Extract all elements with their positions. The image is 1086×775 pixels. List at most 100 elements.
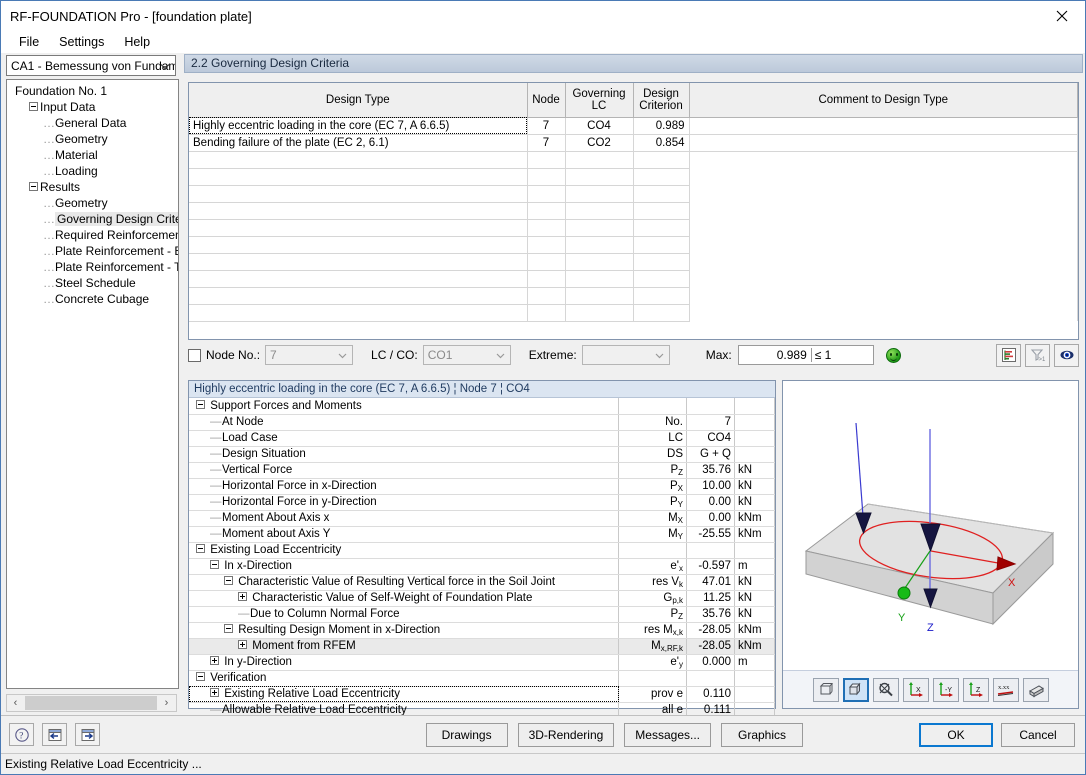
detail-row[interactable]: —Vertical ForcePZ35.76kN: [189, 462, 775, 478]
scroll-thumb[interactable]: [25, 696, 157, 710]
governing-criteria-table[interactable]: Design Type Node Governing LC Design Cri…: [188, 82, 1079, 340]
node-no-select[interactable]: 7: [265, 345, 353, 365]
sidebar-item-foundation-no-1[interactable]: Foundation No. 1: [7, 83, 178, 99]
detail-row[interactable]: —Moment About Axis xMX0.00kNm: [189, 510, 775, 526]
zoom-view-icon[interactable]: [873, 678, 899, 702]
table-row[interactable]: Bending failure of the plate (EC 2, 6.1)…: [189, 134, 1078, 151]
view-z-icon[interactable]: Z: [963, 678, 989, 702]
sidebar-item-geometry[interactable]: …Geometry: [7, 195, 178, 211]
node-no-checkbox[interactable]: [188, 349, 201, 362]
messages-button[interactable]: Messages...: [624, 723, 711, 747]
values-xxx-icon[interactable]: x.xx: [993, 678, 1019, 702]
graphics-button[interactable]: Graphics: [721, 723, 803, 747]
detail-value: [687, 670, 735, 686]
tree-expand-icon[interactable]: [210, 656, 219, 665]
print-icon[interactable]: [1023, 678, 1049, 702]
sidebar-item-steel-schedule[interactable]: …Steel Schedule: [7, 275, 178, 291]
sidebar-item-required-reinforcement[interactable]: …Required Reinforcement: [7, 227, 178, 243]
nav-horizontal-scrollbar[interactable]: ‹ ›: [6, 694, 177, 712]
tree-collapse-icon[interactable]: [29, 182, 38, 191]
rendering-button[interactable]: 3D-Rendering: [518, 723, 615, 747]
detail-row[interactable]: In x-Directione'x-0.597m: [189, 558, 775, 574]
cell-empty: [565, 168, 633, 185]
detail-label-text: Existing Relative Load Eccentricity: [224, 688, 400, 700]
detail-row[interactable]: Verification: [189, 670, 775, 686]
sidebar-item-material[interactable]: …Material: [7, 147, 178, 163]
previous-icon[interactable]: [42, 723, 67, 746]
ok-button[interactable]: OK: [919, 723, 993, 747]
detail-row[interactable]: —Due to Column Normal ForcePZ35.76kN: [189, 606, 775, 622]
navigation-tree[interactable]: Foundation No. 1Input Data…General Data……: [6, 79, 179, 689]
sidebar-item-label: Loading: [55, 164, 98, 178]
menu-item-file[interactable]: File: [9, 33, 49, 51]
close-icon[interactable]: [1039, 1, 1085, 31]
scroll-left-icon[interactable]: ‹: [7, 695, 24, 711]
tree-collapse-icon[interactable]: [196, 672, 205, 681]
sidebar-item-input-data[interactable]: Input Data: [7, 99, 178, 115]
tree-collapse-icon[interactable]: [196, 544, 205, 553]
tree-collapse-icon[interactable]: [29, 102, 38, 111]
result-diagram-icon[interactable]: [996, 344, 1021, 367]
detail-row[interactable]: Resulting Design Moment in x-Directionre…: [189, 622, 775, 638]
scroll-right-icon[interactable]: ›: [158, 695, 175, 711]
tree-collapse-icon[interactable]: [224, 576, 233, 585]
tree-collapse-icon[interactable]: [196, 400, 205, 409]
detail-label-text: Resulting Design Moment in x-Direction: [238, 624, 440, 636]
solid-view-icon[interactable]: [843, 678, 869, 702]
detail-row[interactable]: —Moment about Axis YMY-25.55kNm: [189, 526, 775, 542]
tree-collapse-icon[interactable]: [210, 560, 219, 569]
sidebar-item-label: Results: [40, 180, 80, 194]
design-case-combo[interactable]: CA1 - Bemessung von Fundame: [6, 55, 176, 76]
detail-row[interactable]: Moment from RFEMMx,RF,k-28.05kNm: [189, 638, 775, 654]
detail-row[interactable]: —Horizontal Force in y-DirectionPY0.00kN: [189, 494, 775, 510]
detail-label-text: Moment from RFEM: [252, 640, 356, 652]
filter-icon[interactable]: >1: [1025, 344, 1050, 367]
sidebar-item-results[interactable]: Results: [7, 179, 178, 195]
lc-co-select[interactable]: CO1: [423, 345, 511, 365]
col-design-type: Design Type: [189, 83, 527, 117]
detail-row[interactable]: —Design SituationDSG + Q: [189, 446, 775, 462]
detail-row[interactable]: —At NodeNo.7: [189, 414, 775, 430]
detail-row[interactable]: In y-Directione'y0.000m: [189, 654, 775, 670]
next-icon[interactable]: [75, 723, 100, 746]
tree-collapse-icon[interactable]: [224, 624, 233, 633]
detail-row[interactable]: Characteristic Value of Resulting Vertic…: [189, 574, 775, 590]
detail-row[interactable]: Support Forces and Moments: [189, 398, 775, 414]
detail-unit: kNm: [735, 526, 775, 542]
sidebar-item-geometry[interactable]: …Geometry: [7, 131, 178, 147]
drawings-button[interactable]: Drawings: [426, 723, 508, 747]
wireframe-view-icon[interactable]: [813, 678, 839, 702]
sidebar-item-governing-design-criteria[interactable]: …Governing Design Criteria: [7, 211, 178, 227]
view-minus-y-icon[interactable]: -Y: [933, 678, 959, 702]
detail-row[interactable]: Characteristic Value of Self-Weight of F…: [189, 590, 775, 606]
sidebar-item-loading[interactable]: …Loading: [7, 163, 178, 179]
table-row[interactable]: Highly eccentric loading in the core (EC…: [189, 117, 1078, 134]
detail-symbol: res Vk: [619, 574, 687, 590]
cell-empty: [565, 185, 633, 202]
max-value: 0.989: [739, 348, 811, 362]
model-viewport[interactable]: X Z Y: [782, 380, 1079, 709]
detail-row-label: —Horizontal Force in x-Direction: [189, 478, 619, 494]
visibility-eye-icon[interactable]: [1054, 344, 1079, 367]
detail-row[interactable]: —Horizontal Force in x-DirectionPX10.00k…: [189, 478, 775, 494]
tree-expand-icon[interactable]: [238, 592, 247, 601]
help-icon[interactable]: ?: [9, 723, 34, 746]
model-canvas[interactable]: X Z Y: [783, 381, 1078, 670]
tree-branch-icon: —: [210, 496, 222, 508]
detail-row[interactable]: —Load CaseLCCO4: [189, 430, 775, 446]
cancel-button[interactable]: Cancel: [1001, 723, 1075, 747]
sidebar-item-plate-reinforcement-bott[interactable]: …Plate Reinforcement - Bott: [7, 243, 178, 259]
menu-item-settings[interactable]: Settings: [49, 33, 114, 51]
tree-expand-icon[interactable]: [238, 640, 247, 649]
extreme-select[interactable]: [582, 345, 670, 365]
detail-row[interactable]: Existing Load Eccentricity: [189, 542, 775, 558]
detail-row-label: —Moment About Axis x: [189, 510, 619, 526]
sidebar-item-general-data[interactable]: …General Data: [7, 115, 178, 131]
detail-row[interactable]: Existing Relative Load Eccentricityprov …: [189, 686, 775, 702]
sidebar-item-concrete-cubage[interactable]: …Concrete Cubage: [7, 291, 178, 307]
menu-item-help[interactable]: Help: [114, 33, 160, 51]
sidebar-item-plate-reinforcement-top[interactable]: …Plate Reinforcement - Top: [7, 259, 178, 275]
view-x-icon[interactable]: X: [903, 678, 929, 702]
detail-value: 7: [687, 414, 735, 430]
tree-expand-icon[interactable]: [210, 688, 219, 697]
